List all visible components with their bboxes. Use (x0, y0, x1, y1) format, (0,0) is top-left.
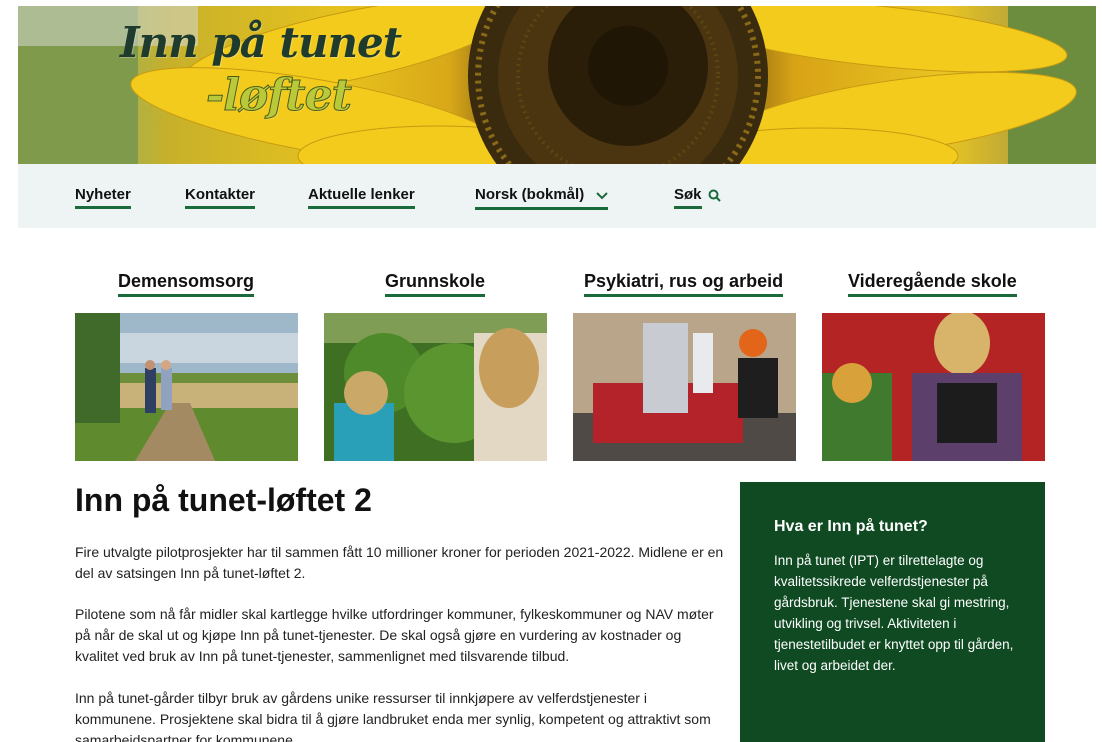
category-image-psykiatri[interactable] (573, 313, 796, 461)
category-title: Psykiatri, rus og arbeid (584, 271, 784, 291)
info-box-title: Hva er Inn på tunet? (774, 518, 928, 535)
nav-item-label: Kontakter (185, 186, 256, 203)
article-paragraph-2: Pilotene som nå får midler skal kartlegg… (75, 606, 714, 664)
page: Inn på tunet -løftet Nyheter Kontakter A… (0, 0, 1102, 742)
nav-item-nyheter[interactable]: Nyheter (75, 186, 131, 209)
category-title: Videregående skole (848, 271, 1017, 291)
article-title: Inn på tunet-løftet 2 (75, 482, 372, 518)
nav-item-kontakter[interactable]: Kontakter (185, 186, 256, 209)
info-box-text: Inn på tunet (IPT) er tilrettelagte og k… (774, 553, 1014, 673)
chevron-down-icon (596, 187, 609, 204)
info-box: Hva er Inn på tunet? Inn på tunet (IPT) … (740, 482, 1045, 742)
category-image-videregaende[interactable] (822, 313, 1045, 461)
search-link-label: Søk (674, 186, 702, 203)
category-title: Demensomsorg (118, 271, 255, 291)
nav-item-aktuelle-lenker[interactable]: Aktuelle lenker (308, 186, 415, 209)
category-image-demensomsorg[interactable] (75, 313, 298, 461)
article-paragraph-3: Inn på tunet-gårder tilbyr bruk av gårde… (75, 690, 711, 742)
hero-banner: Inn på tunet -løftet (18, 6, 1096, 164)
category-link-grunnskole[interactable]: Grunnskole (385, 271, 486, 297)
language-selector[interactable]: Norsk (bokmål) (475, 186, 609, 210)
nav-item-label: Aktuelle lenker (308, 186, 415, 203)
category-link-videregaende[interactable]: Videregående skole (848, 271, 1017, 297)
category-link-psykiatri[interactable]: Psykiatri, rus og arbeid (584, 271, 784, 297)
article-paragraph-1: Fire utvalgte pilotprosjekter har til sa… (75, 544, 724, 581)
site-logo-line2[interactable]: -løftet (206, 70, 353, 122)
search-icon[interactable] (708, 189, 721, 207)
nav-item-label: Nyheter (75, 186, 131, 203)
main-navigation: Nyheter Kontakter Aktuelle lenker Norsk … (18, 164, 1096, 228)
category-link-demensomsorg[interactable]: Demensomsorg (118, 271, 255, 297)
category-image-grunnskole[interactable] (324, 313, 547, 461)
language-selector-label: Norsk (bokmål) (475, 186, 585, 203)
category-title: Grunnskole (385, 271, 486, 291)
site-logo-line1[interactable]: Inn på tunet (120, 18, 402, 67)
search-link[interactable]: Søk (674, 186, 702, 209)
